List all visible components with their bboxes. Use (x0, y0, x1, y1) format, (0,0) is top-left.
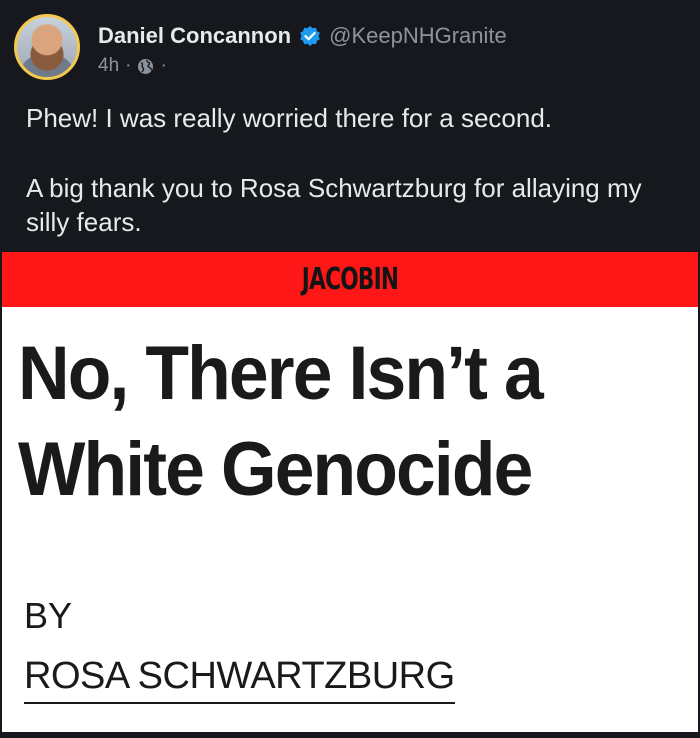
verified-badge-icon (299, 25, 321, 47)
article-image[interactable]: JACOBIN No, There Isn’t a White Genocide… (2, 252, 698, 732)
post-time[interactable]: 4h (98, 55, 119, 77)
article-author: ROSA SCHWARTZBURG (24, 655, 455, 704)
post-text-paragraph: Phew! I was really worried there for a s… (26, 103, 553, 133)
author-handle[interactable]: @KeepNHGranite (329, 23, 507, 49)
article-headline: No, There Isn’t a White Genocide (18, 326, 667, 518)
author-display-name[interactable]: Daniel Concannon (98, 23, 291, 49)
author-row: Daniel Concannon @KeepNHGranite (98, 23, 507, 49)
post-card: Daniel Concannon @KeepNHGranite 4h · · P… (0, 0, 700, 738)
byline-label: BY (24, 595, 73, 636)
headline-line: White Genocide (18, 427, 533, 512)
globe-icon (137, 58, 154, 75)
publication-logo: JACOBIN (301, 262, 399, 297)
masthead-bar: JACOBIN (2, 252, 698, 307)
post-text-paragraph: A big thank you to Rosa Schwartzburg for… (26, 173, 642, 237)
meta-separator: · (160, 55, 167, 76)
post-header: Daniel Concannon @KeepNHGranite 4h · · (14, 14, 684, 84)
meta-separator: · (125, 55, 132, 76)
headline-line: No, There Isn’t a (18, 331, 544, 416)
post-meta: 4h · · (98, 55, 173, 77)
avatar[interactable] (14, 14, 80, 80)
